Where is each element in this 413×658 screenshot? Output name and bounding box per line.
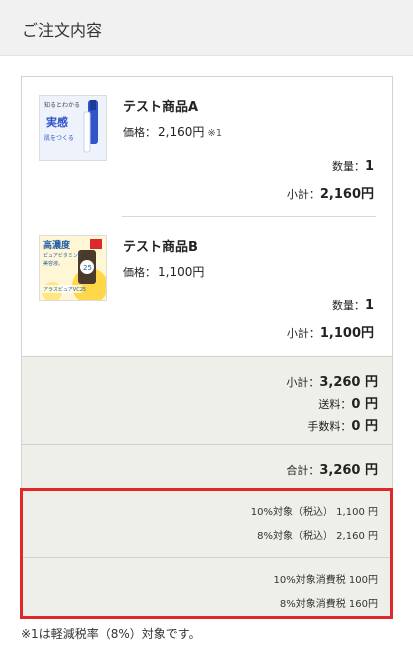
tax-divider <box>22 557 392 558</box>
tax-breakdown: 10%対象（税込） 1,100 円 8%対象（税込） 2,160 円 10%対象… <box>22 488 392 617</box>
order-total: 合計：3,260 円 <box>22 444 392 488</box>
svg-text:アラスピュアVC25: アラスピュアVC25 <box>43 287 86 293</box>
summary-subtotal-label: 小計： <box>286 376 320 389</box>
price-value: 1,100円 <box>158 265 205 279</box>
summary-subtotal-value: 3,260 円 <box>319 375 378 390</box>
order-item: 知るとわかる 実感 肌をつくる テスト商品A 価格： 2,160円 ※1 数量：1 … <box>22 77 392 217</box>
shipping-label: 送料： <box>318 398 352 411</box>
product-image-b: 25 高濃度 ピュアビタミンC 美容液。 アラスピュアVC25 <box>40 236 106 300</box>
tax-row-8-included: 8%対象（税込） 2,160 円 <box>257 531 378 542</box>
price-row: 価格： 2,160円 ※1 <box>123 123 222 140</box>
svg-text:ピュアビタミンC: ピュアビタミンC <box>43 252 82 259</box>
product-thumbnail-a[interactable]: 知るとわかる 実感 肌をつくる <box>39 95 107 161</box>
fee-label: 手数料： <box>307 420 352 433</box>
total-row: 合計：3,260 円 <box>286 459 378 478</box>
summary-fee: 手数料：0 円 <box>307 415 378 434</box>
fee-value: 0 円 <box>351 419 378 434</box>
summary-subtotal: 小計：3,260 円 <box>286 371 378 390</box>
product-thumbnail-b[interactable]: 25 高濃度 ピュアビタミンC 美容液。 アラスピュアVC25 <box>39 235 107 301</box>
order-summary: 小計：3,260 円 送料：0 円 手数料：0 円 <box>22 356 392 444</box>
product-name[interactable]: テスト商品B <box>123 236 198 255</box>
summary-shipping: 送料：0 円 <box>318 393 378 412</box>
item-subtotal: 小計：1,100円 <box>287 322 374 341</box>
tax-row-10-consumption: 10%対象消費税 100円 <box>273 575 379 586</box>
item-subtotal: 小計：2,160円 <box>287 183 374 202</box>
price-note: ※1 <box>207 128 223 139</box>
svg-text:美容液。: 美容液。 <box>43 260 63 267</box>
svg-text:肌をつくる: 肌をつくる <box>44 135 74 142</box>
tax-row-10-included: 10%対象（税込） 1,100 円 <box>250 507 378 518</box>
total-value: 3,260 円 <box>319 463 378 478</box>
price-row: 価格： 1,100円 <box>123 263 204 280</box>
total-label: 合計： <box>286 464 320 477</box>
quantity: 数量：1 <box>332 297 374 313</box>
order-card: 知るとわかる 実感 肌をつくる テスト商品A 価格： 2,160円 ※1 数量：1 … <box>21 76 393 617</box>
quantity-label: 数量： <box>331 160 365 173</box>
subtotal-label: 小計： <box>286 327 320 340</box>
subtotal-value: 1,100円 <box>319 326 374 341</box>
subtotal-label: 小計： <box>286 188 320 201</box>
tax-row-8-consumption: 8%対象消費税 160円 <box>279 599 378 610</box>
quantity-label: 数量： <box>331 299 365 312</box>
svg-text:25: 25 <box>83 264 92 272</box>
quantity-value: 1 <box>364 159 374 174</box>
price-label: 価格： <box>123 126 156 139</box>
reduced-tax-footnote: ※1は軽減税率（8%）対象です。 <box>21 627 201 641</box>
order-item: 25 高濃度 ピュアビタミンC 美容液。 アラスピュアVC25 テスト商品B 価… <box>22 217 392 355</box>
price-value: 2,160円 <box>158 125 205 139</box>
section-title: ご注文内容 <box>22 21 103 40</box>
product-image-a: 知るとわかる 実感 肌をつくる <box>40 96 106 160</box>
price-label: 価格： <box>123 266 156 279</box>
svg-text:実感: 実感 <box>46 115 68 129</box>
svg-text:高濃度: 高濃度 <box>43 239 71 251</box>
svg-text:知るとわかる: 知るとわかる <box>44 101 80 109</box>
quantity: 数量：1 <box>332 158 374 174</box>
section-header: ご注文内容 <box>0 0 413 56</box>
quantity-value: 1 <box>364 298 374 313</box>
subtotal-value: 2,160円 <box>319 187 374 202</box>
product-name[interactable]: テスト商品A <box>123 96 198 115</box>
shipping-value: 0 円 <box>351 397 378 412</box>
